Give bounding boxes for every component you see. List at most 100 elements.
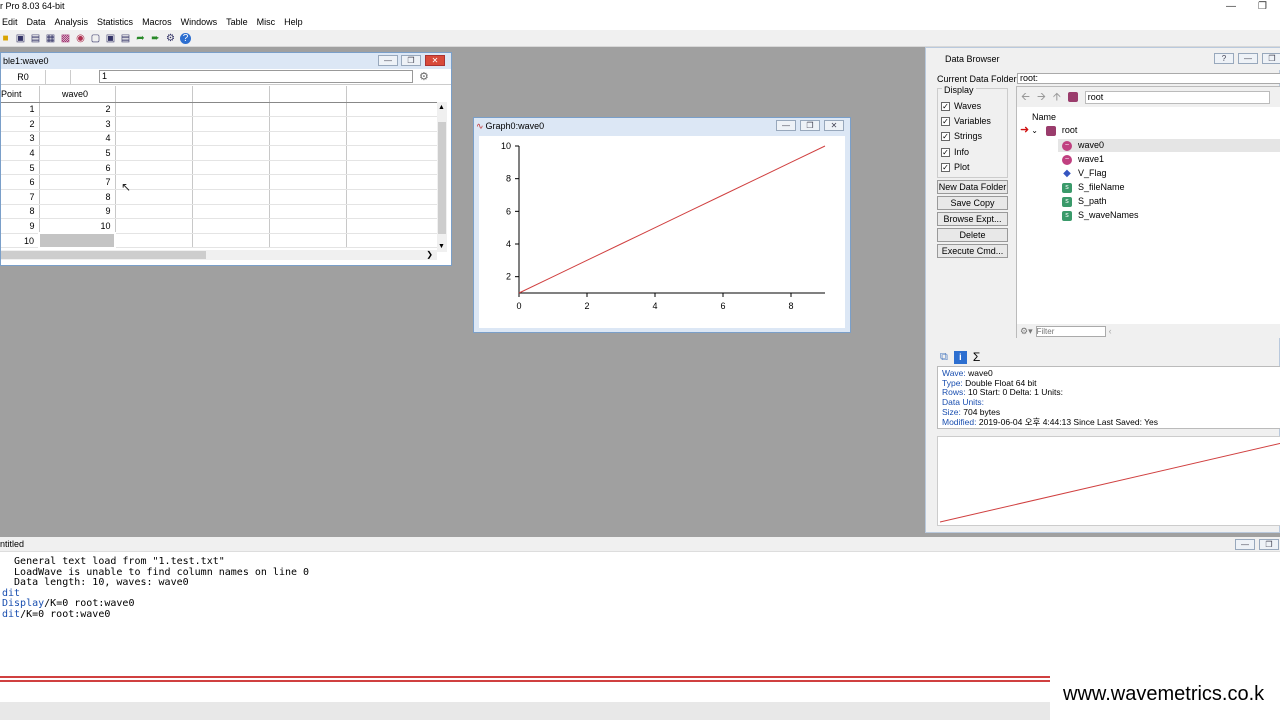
hscroll-thumb[interactable] — [1, 251, 206, 259]
path-field[interactable]: root — [1084, 90, 1270, 104]
menu-table[interactable]: Table — [226, 17, 248, 27]
open-folder-icon[interactable]: ■ — [0, 33, 11, 44]
forward-arrow-icon[interactable]: 🡪 — [1037, 88, 1046, 107]
cell-wave0[interactable]: 3 — [39, 116, 116, 132]
cell-wave0[interactable]: 7 — [39, 174, 116, 191]
back-arrow-icon[interactable]: 🡨 — [1021, 88, 1030, 107]
help-icon[interactable]: ? — [180, 32, 191, 44]
restore-icon[interactable]: ❐ — [1259, 539, 1279, 550]
filter-input[interactable] — [1035, 325, 1106, 337]
scroll-up-icon[interactable]: ▲ — [438, 104, 445, 111]
tree-item-wave1[interactable]: ~ wave1 — [1062, 153, 1104, 166]
save-copy-button[interactable]: Save Copy — [937, 196, 1008, 210]
minimize-icon[interactable]: — — [776, 120, 796, 131]
cell-point[interactable]: 5 — [1, 160, 40, 176]
cell-point[interactable]: 3 — [1, 131, 40, 147]
tree-item-wave0[interactable]: ~ wave0 — [1062, 139, 1104, 152]
arrow-icon[interactable]: ➦ — [135, 33, 146, 44]
header-point[interactable]: Point — [1, 86, 40, 103]
minimize-icon[interactable]: — — [1238, 53, 1258, 64]
checkbox-variables[interactable]: ✓ Variables — [941, 116, 991, 127]
history-line[interactable]: Data length: 10, waves: wave0 — [2, 577, 189, 589]
cell-wave0[interactable]: 10 — [39, 218, 116, 234]
help-icon[interactable]: ? — [1214, 53, 1234, 64]
cell-point[interactable]: 7 — [1, 189, 40, 205]
filter-options-icon[interactable]: ⚙▾ — [1020, 326, 1033, 337]
cell-point[interactable]: 1 — [1, 102, 40, 118]
history-line[interactable]: dit/K=0 root:wave0 — [2, 609, 110, 621]
back-arrow-icon[interactable]: ➨ — [150, 33, 161, 44]
vertical-scrollbar[interactable]: ▲ ▼ — [437, 102, 447, 252]
menu-data[interactable]: Data — [27, 17, 46, 27]
copy-icon[interactable]: ⧉ — [940, 351, 948, 364]
restore-icon[interactable]: ❐ — [800, 120, 820, 131]
history-line[interactable]: General text load from "1.test.txt" — [2, 556, 225, 568]
minimize-icon[interactable]: — — [1226, 0, 1236, 13]
menu-analysis[interactable]: Analysis — [55, 17, 89, 27]
cell-wave0[interactable] — [38, 232, 116, 249]
table-row[interactable]: 23 — [1, 116, 438, 132]
chevron-down-icon[interactable]: ⌄ — [1031, 124, 1038, 137]
table-row[interactable]: 9 10 — [1, 218, 438, 234]
menu-edit[interactable]: Edit — [2, 17, 18, 27]
cell-point[interactable]: 4 — [1, 145, 40, 161]
checkbox-plot[interactable]: ✓ Plot — [941, 162, 970, 173]
save-icon[interactable]: ▣ — [15, 33, 26, 44]
graph-icon[interactable]: ◉ — [75, 33, 86, 44]
minimize-icon[interactable]: — — [378, 55, 398, 66]
tree-item-s-filename[interactable]: s S_fileName — [1062, 181, 1125, 194]
table-row[interactable]: 45 — [1, 145, 438, 161]
menu-windows[interactable]: Windows — [181, 17, 218, 27]
tree-item-v-flag[interactable]: ◆ V_Flag — [1062, 167, 1107, 180]
checkbox-strings[interactable]: ✓ Strings — [941, 131, 982, 142]
checkbox-info[interactable]: ✓ Info — [941, 147, 969, 158]
command-line-input[interactable] — [0, 702, 1050, 720]
scroll-right-icon[interactable]: ❯ — [426, 250, 433, 259]
current-folder-field[interactable]: root: — [1017, 73, 1280, 84]
table-row[interactable]: 12 — [1, 102, 438, 118]
table-row[interactable]: 10 — [1, 232, 438, 249]
scroll-thumb[interactable] — [438, 122, 446, 234]
tree-item-s-wavenames[interactable]: s S_waveNames — [1062, 209, 1139, 222]
up-arrow-icon[interactable]: 🡩 — [1053, 88, 1061, 107]
print-icon[interactable]: ▤ — [30, 33, 41, 44]
panel-icon[interactable]: ▤ — [120, 33, 131, 44]
cell-point[interactable]: 9 — [1, 218, 40, 234]
cell-point[interactable]: 2 — [1, 116, 40, 132]
settings-gear-icon[interactable]: ⚙ — [419, 70, 429, 83]
graph-plot[interactable]: 0 2 4 6 8 2 4 6 8 10 — [479, 136, 845, 328]
command-history[interactable]: General text load from "1.test.txt" Load… — [0, 556, 1280, 657]
delete-button[interactable]: Delete — [937, 228, 1008, 242]
scroll-left-icon[interactable]: ‹ — [1109, 326, 1112, 336]
menu-statistics[interactable]: Statistics — [97, 17, 133, 27]
header-wave0[interactable]: wave0 — [39, 86, 116, 103]
cell-wave0[interactable]: 2 — [39, 102, 116, 118]
browse-expt-button[interactable]: Browse Expt... — [937, 212, 1008, 226]
table-row[interactable]: 34 — [1, 131, 438, 147]
new-data-folder-button[interactable]: New Data Folder — [937, 180, 1008, 194]
entry-input[interactable]: 1 — [99, 70, 413, 83]
minimize-icon[interactable]: — — [1235, 539, 1255, 550]
grid-icon[interactable]: ▩ — [60, 33, 71, 44]
cell-wave0[interactable]: 8 — [39, 189, 116, 205]
menu-help[interactable]: Help — [284, 17, 303, 27]
menu-misc[interactable]: Misc — [257, 17, 276, 27]
table-row[interactable]: 56 — [1, 160, 438, 176]
horizontal-scrollbar[interactable]: ❯ — [1, 250, 437, 260]
name-column-header[interactable]: Name — [1032, 112, 1056, 122]
restore-icon[interactable]: ❐ — [1258, 0, 1267, 13]
notebook-icon[interactable]: ▣ — [105, 33, 116, 44]
tree-item-s-path[interactable]: s S_path — [1062, 195, 1107, 208]
table-row[interactable]: 78 — [1, 189, 438, 205]
cell-wave0[interactable]: 5 — [39, 145, 116, 161]
cell-wave0[interactable]: 6 — [39, 160, 116, 176]
tree-root[interactable]: ➜ ⌄ root — [1020, 124, 1077, 137]
layout-icon[interactable]: ▢ — [90, 33, 101, 44]
table-icon[interactable]: ▦ — [45, 33, 56, 44]
sigma-icon[interactable]: Σ — [973, 350, 980, 364]
close-icon[interactable]: ✕ — [824, 120, 844, 131]
execute-cmd-button[interactable]: Execute Cmd... — [937, 244, 1008, 258]
cell-wave0[interactable]: 4 — [39, 131, 116, 147]
cell-point[interactable]: 10 — [1, 233, 40, 249]
gear-icon[interactable]: ⚙ — [165, 33, 176, 44]
